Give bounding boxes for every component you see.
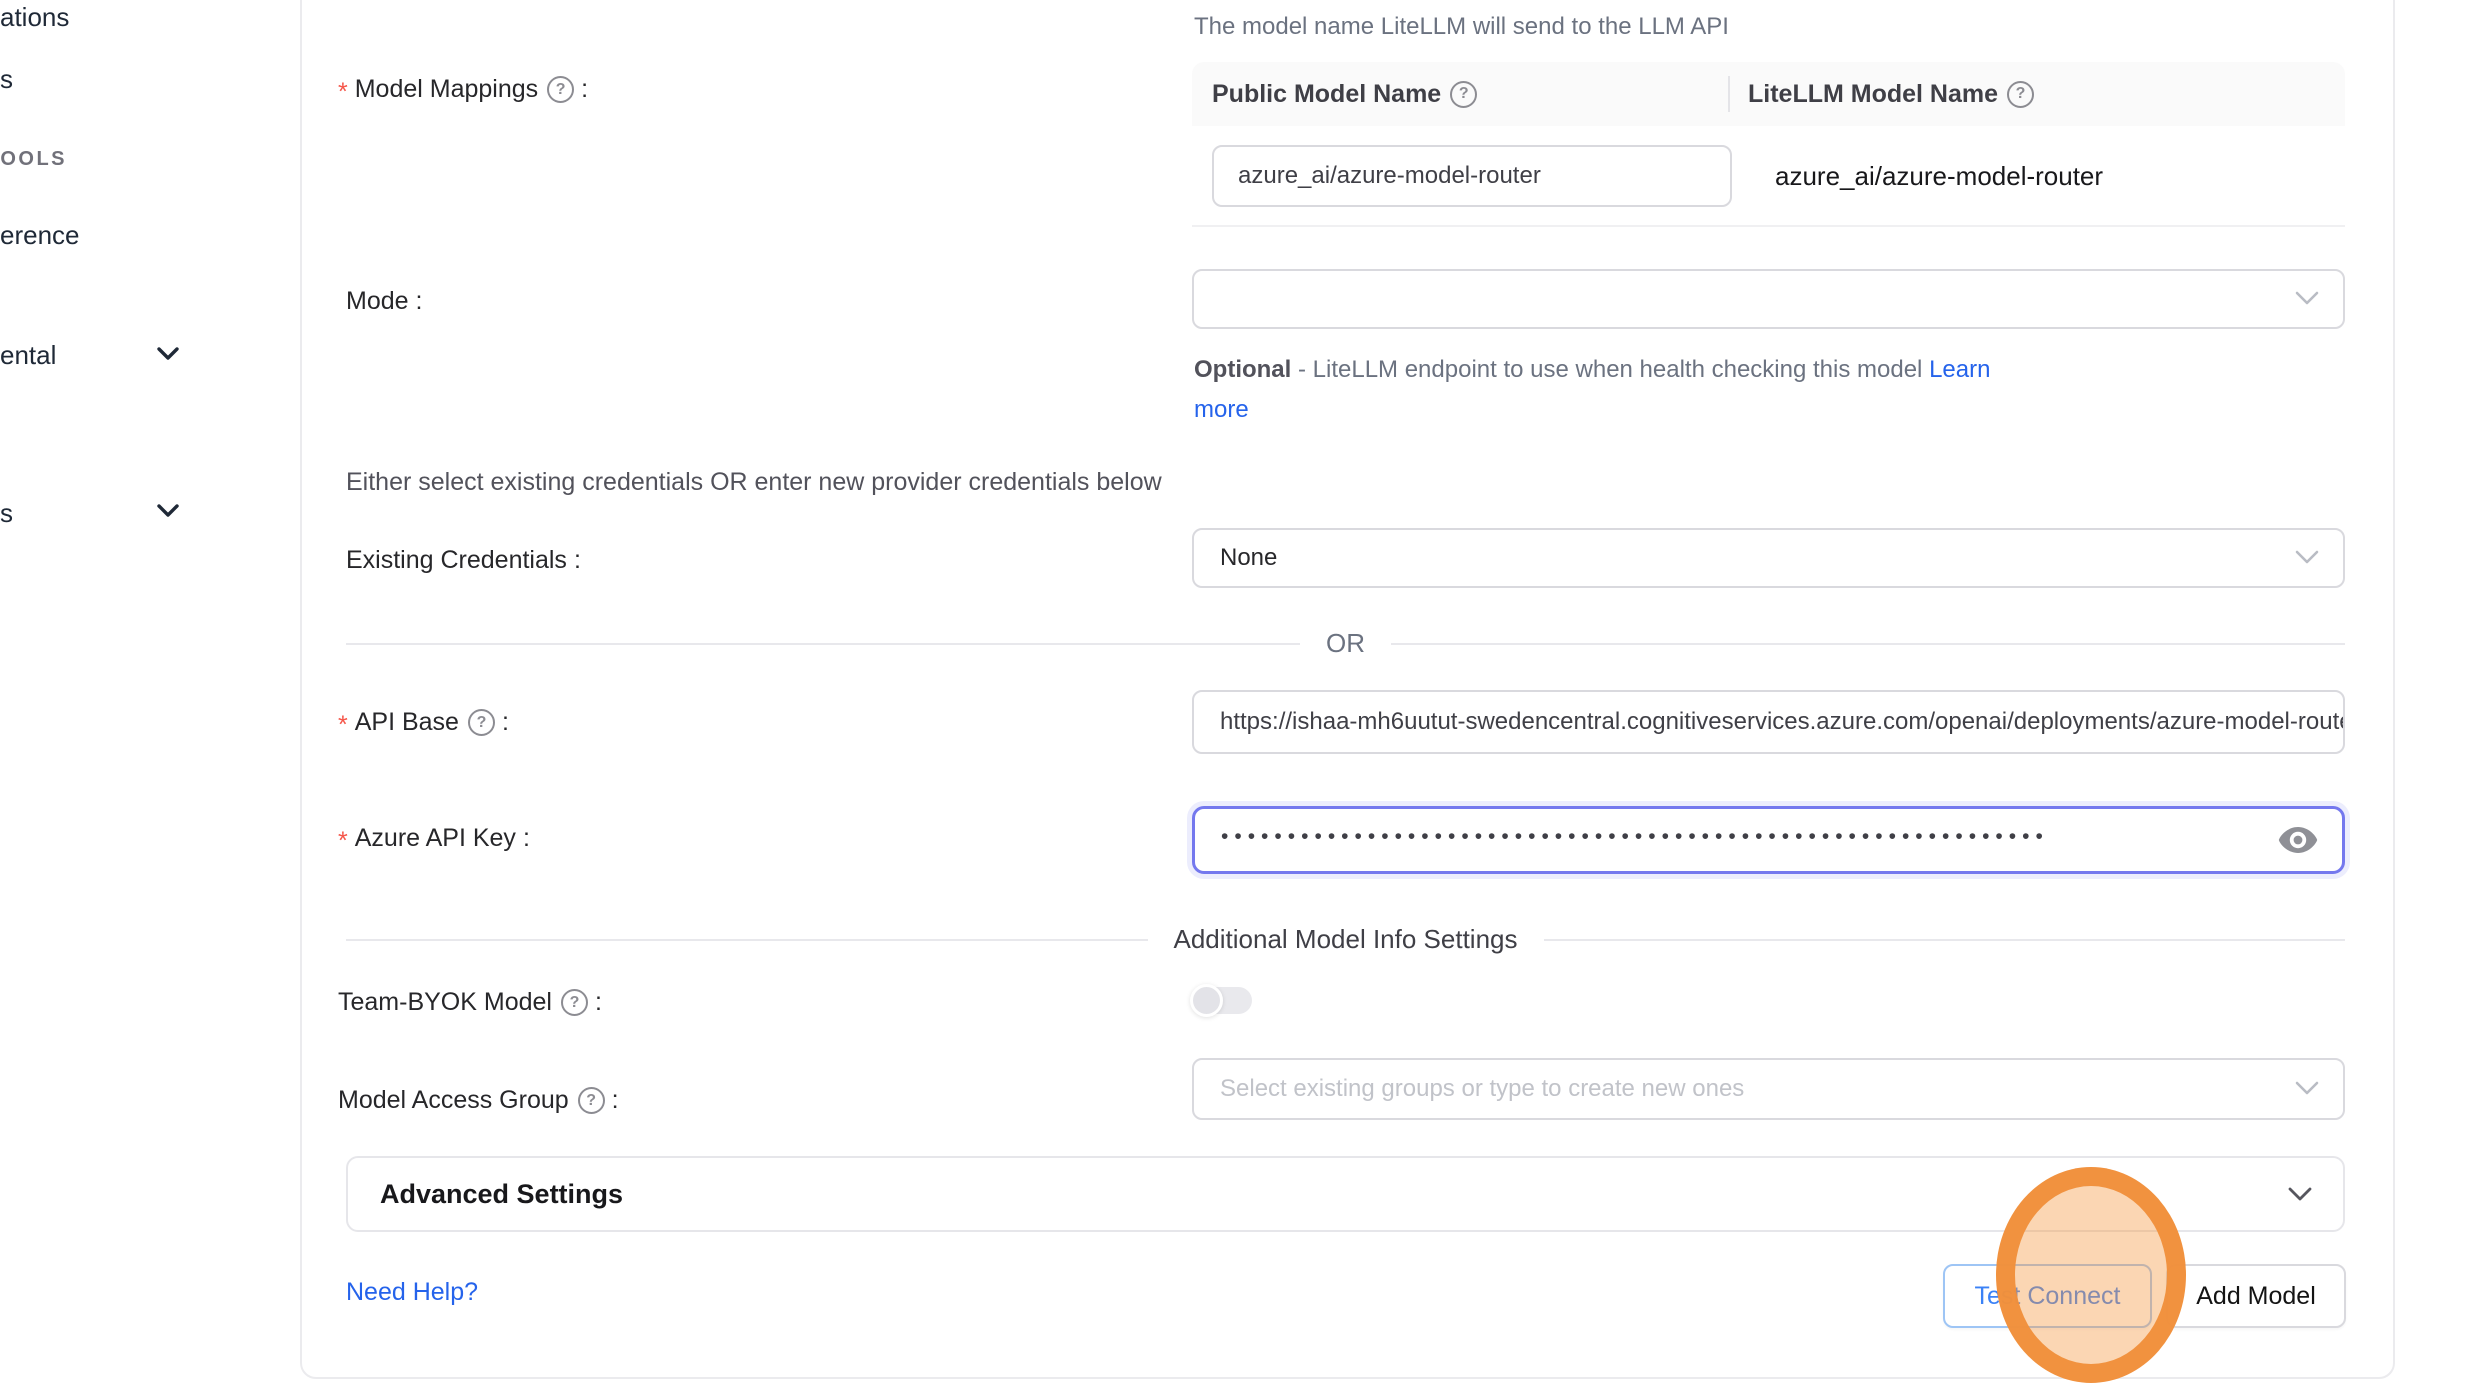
api-base-input[interactable]: https://ishaa-mh6uutut-swedencentral.cog… xyxy=(1192,690,2345,754)
additional-settings-divider: Additional Model Info Settings xyxy=(346,924,2345,955)
team-byok-label: Team-BYOK Model xyxy=(338,988,602,1017)
mode-label: Mode xyxy=(346,287,423,316)
model-access-group-select[interactable]: Select existing groups or type to create… xyxy=(1192,1058,2345,1120)
chevron-down-icon xyxy=(2295,544,2319,572)
credentials-note: Either select existing credentials OR en… xyxy=(346,468,1162,497)
test-connect-button[interactable]: Test Connect xyxy=(1943,1264,2152,1328)
help-icon[interactable] xyxy=(1450,81,1477,108)
chevron-down-icon xyxy=(2295,1075,2319,1103)
existing-credentials-select[interactable]: None xyxy=(1192,528,2345,588)
add-model-button[interactable]: Add Model xyxy=(2166,1264,2346,1328)
required-asterisk xyxy=(338,824,355,853)
eye-icon[interactable] xyxy=(2278,826,2318,854)
sidebar: ations s TOOLS erence ental s xyxy=(0,0,298,1385)
column-header-litellm-model-name: LiteLLM Model Name xyxy=(1728,80,2345,109)
table-row: azure_ai/azure-model-router azure_ai/azu… xyxy=(1192,126,2345,227)
required-asterisk xyxy=(338,708,355,737)
or-divider: OR xyxy=(346,628,2345,659)
chevron-down-icon xyxy=(2287,1186,2313,1202)
azure-api-key-input[interactable]: ••••••••••••••••••••••••••••••••••••••••… xyxy=(1192,806,2345,874)
help-icon[interactable] xyxy=(561,989,588,1016)
sidebar-item[interactable]: ations xyxy=(0,2,69,33)
help-icon[interactable] xyxy=(547,76,574,103)
table-header: Public Model Name LiteLLM Model Name xyxy=(1192,62,2345,126)
api-base-label: API Base xyxy=(338,708,509,737)
help-icon[interactable] xyxy=(468,709,495,736)
public-model-name-input[interactable]: azure_ai/azure-model-router xyxy=(1212,145,1732,207)
toggle-knob xyxy=(1190,984,1223,1017)
mode-hint: Optional - LiteLLM endpoint to use when … xyxy=(1194,350,2024,430)
chevron-down-icon xyxy=(2295,285,2319,313)
required-asterisk xyxy=(338,75,355,104)
team-byok-toggle[interactable] xyxy=(1190,984,1254,1016)
sidebar-item[interactable]: erence xyxy=(0,220,80,251)
litellm-model-name-value: azure_ai/azure-model-router xyxy=(1775,126,2103,227)
chevron-down-icon[interactable] xyxy=(156,346,180,362)
mode-select[interactable] xyxy=(1192,269,2345,329)
add-model-page: ations s TOOLS erence ental s The model … xyxy=(0,0,2477,1385)
masked-password: ••••••••••••••••••••••••••••••••••••••••… xyxy=(1221,826,2251,847)
sidebar-item[interactable]: ental xyxy=(0,340,56,371)
sidebar-item[interactable]: s xyxy=(0,498,13,529)
column-header-public-model-name: Public Model Name xyxy=(1192,80,1728,109)
chevron-down-icon[interactable] xyxy=(156,503,180,519)
column-separator xyxy=(1728,76,1730,112)
advanced-settings-panel[interactable]: Advanced Settings xyxy=(346,1156,2345,1232)
model-mappings-table: Public Model Name LiteLLM Model Name azu… xyxy=(1192,62,2345,227)
need-help-link[interactable]: Need Help? xyxy=(346,1278,478,1307)
azure-api-key-label: Azure API Key xyxy=(338,824,530,853)
help-icon[interactable] xyxy=(2007,81,2034,108)
help-icon[interactable] xyxy=(578,1087,605,1114)
sidebar-section-header: TOOLS xyxy=(0,148,67,171)
model-access-group-label: Model Access Group xyxy=(338,1086,619,1115)
model-mappings-label: Model Mappings xyxy=(338,75,588,104)
sidebar-item[interactable]: s xyxy=(0,64,13,95)
advanced-settings-title: Advanced Settings xyxy=(380,1179,2287,1210)
model-name-hint: The model name LiteLLM will send to the … xyxy=(1194,13,1729,41)
existing-credentials-label: Existing Credentials xyxy=(346,546,581,575)
